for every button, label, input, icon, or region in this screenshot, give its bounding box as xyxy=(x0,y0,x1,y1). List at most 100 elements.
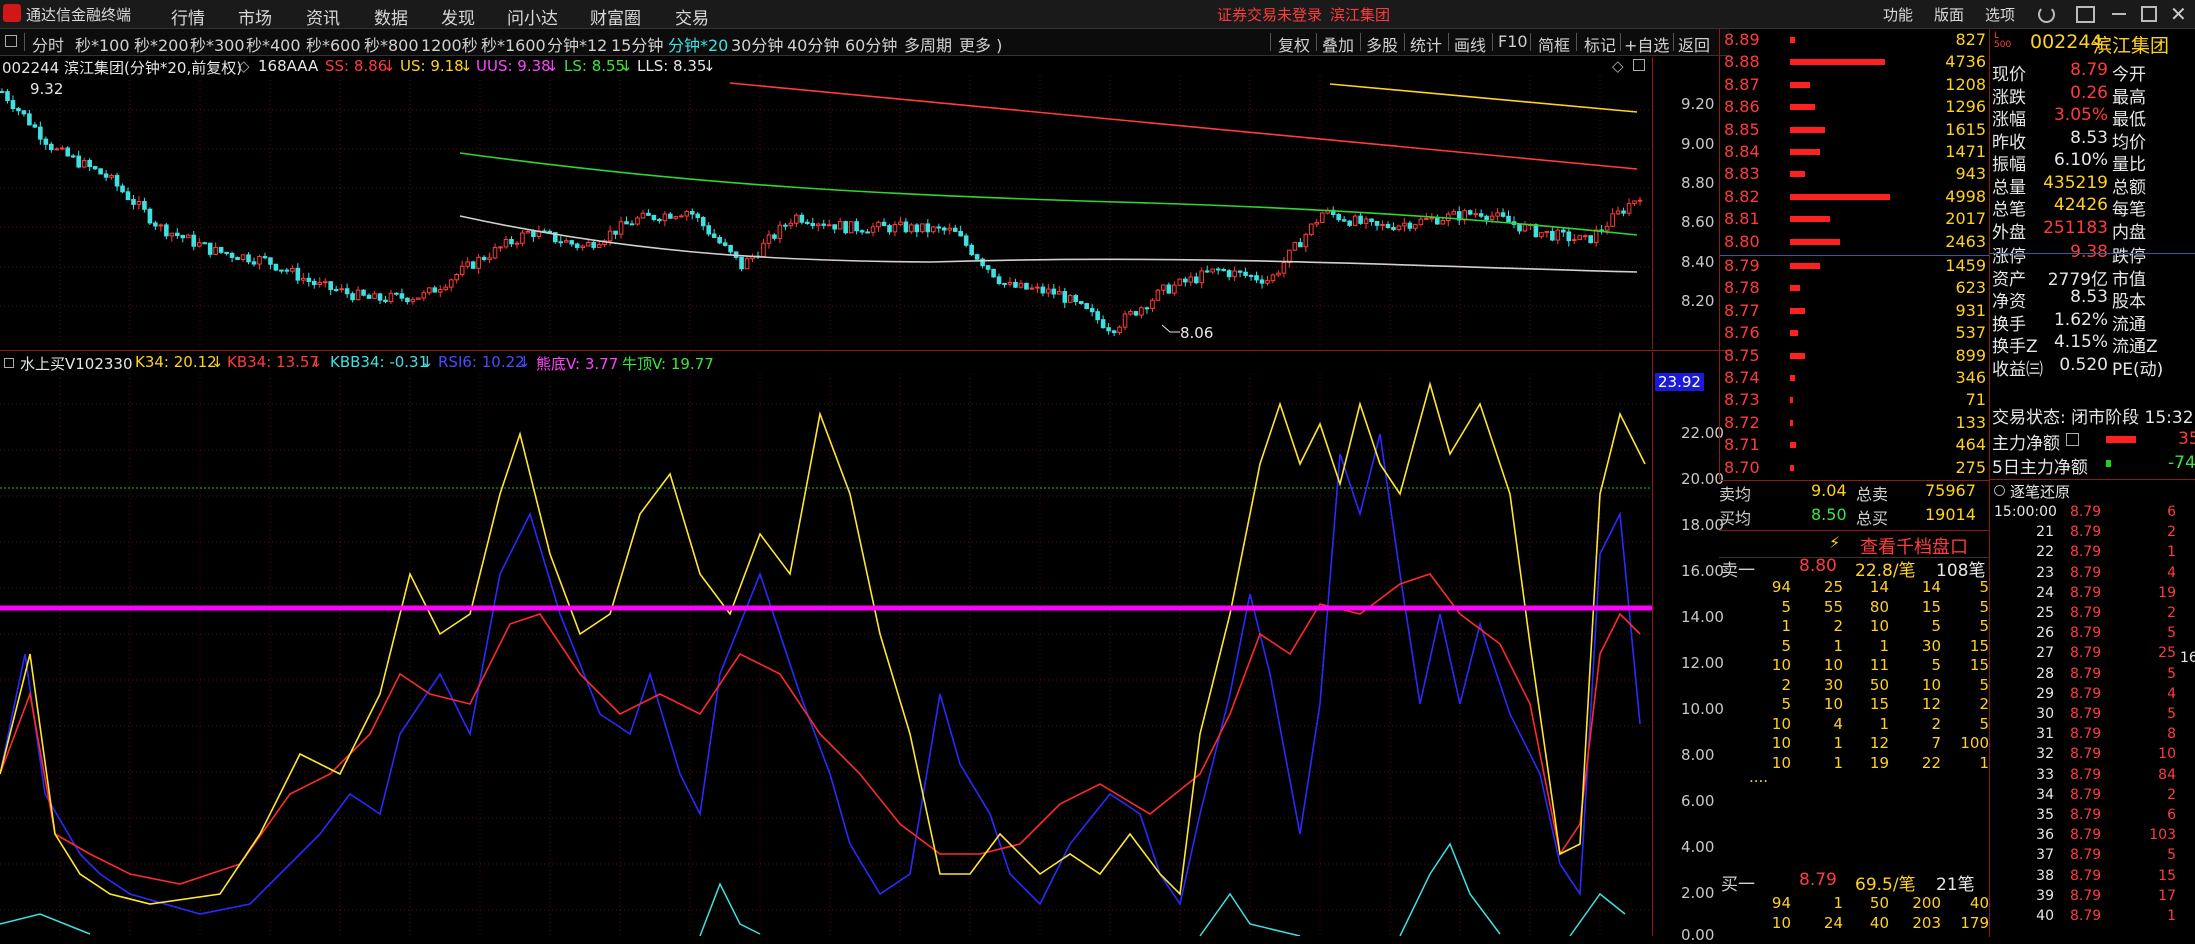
period-1200s[interactable]: 1200秒 xyxy=(421,32,478,56)
ladder-price[interactable]: 8.77 xyxy=(1724,301,1760,320)
ladder-volume-bar xyxy=(1790,37,1795,43)
f10-button[interactable]: F10 xyxy=(1498,32,1528,51)
candle-body xyxy=(1013,281,1018,288)
menu-trade[interactable]: 交易 xyxy=(675,4,709,29)
ladder-price[interactable]: 8.75 xyxy=(1724,346,1760,365)
add-watchlist-button[interactable]: +自选 xyxy=(1624,32,1669,56)
multi-stock-button[interactable]: 多股 xyxy=(1366,32,1398,56)
period-m15[interactable]: 15分钟 xyxy=(611,32,663,56)
ladder-price[interactable]: 8.86 xyxy=(1724,97,1760,116)
period-m30[interactable]: 30分钟 xyxy=(731,32,783,56)
menu-ask[interactable]: 问小达 xyxy=(507,4,558,29)
main-indicator-name[interactable]: 168AAA xyxy=(258,57,318,75)
trade-header[interactable]: 逐笔还原 xyxy=(2010,481,2070,502)
panel-toggle-icon[interactable] xyxy=(5,35,17,47)
ladder-price[interactable]: 8.80 xyxy=(1724,232,1760,251)
ladder-price[interactable]: 8.73 xyxy=(1724,390,1760,409)
candle-body xyxy=(1078,300,1084,305)
indicator-expand-icon[interactable]: ◇ xyxy=(238,57,250,75)
ladder-price[interactable]: 8.79 xyxy=(1724,256,1760,275)
legend-k34: K34: 20.12 xyxy=(135,353,217,371)
close-icon[interactable]: ✕ xyxy=(2170,2,2187,26)
menu-layout[interactable]: 版面 xyxy=(1934,4,1964,25)
period-m20[interactable]: 分钟*20 xyxy=(668,32,728,56)
minimize-icon[interactable] xyxy=(2112,13,2126,15)
ladder-price[interactable]: 8.81 xyxy=(1724,209,1760,228)
period-m40[interactable]: 40分钟 xyxy=(787,32,839,56)
candle-body xyxy=(826,224,832,227)
period-more[interactable]: 更多 ) xyxy=(959,32,1002,56)
pane-divider[interactable] xyxy=(0,350,1730,351)
ladder-price[interactable]: 8.88 xyxy=(1724,52,1760,71)
period-s600[interactable]: 秒*600 xyxy=(306,32,361,56)
ladder-price[interactable]: 8.78 xyxy=(1724,278,1760,297)
queue-cell: 1 xyxy=(1979,753,1989,772)
candle-body xyxy=(1577,235,1583,241)
buy-avg-value: 8.50 xyxy=(1811,505,1847,524)
period-s100[interactable]: 秒*100 xyxy=(75,32,130,56)
stats-button[interactable]: 统计 xyxy=(1410,32,1442,56)
period-multi[interactable]: 多周期 xyxy=(904,32,952,56)
period-s400[interactable]: 秒*400 xyxy=(246,32,301,56)
refresh-icon[interactable] xyxy=(2038,6,2055,23)
candle-body xyxy=(1155,289,1161,301)
ladder-price[interactable]: 8.84 xyxy=(1724,142,1760,161)
skin-icon[interactable] xyxy=(2076,6,2095,23)
ladder-price[interactable]: 8.70 xyxy=(1724,458,1760,477)
candle-body xyxy=(1226,270,1232,278)
candle-body xyxy=(136,200,142,205)
draw-button[interactable]: 画线 xyxy=(1454,32,1486,56)
menu-data[interactable]: 数据 xyxy=(374,4,408,29)
y-tick: 16.00 xyxy=(1681,562,1724,580)
period-s200[interactable]: 秒*200 xyxy=(134,32,189,56)
login-notice[interactable]: 证券交易未登录 xyxy=(1217,4,1322,25)
queue-cell: 10 xyxy=(1771,656,1791,674)
ladder-price[interactable]: 8.71 xyxy=(1724,435,1760,454)
candlestick-chart[interactable]: 9.32 8.06 xyxy=(0,76,1652,348)
menu-options[interactable]: 选项 xyxy=(1985,4,2015,25)
queue-cell: 22 xyxy=(1921,753,1941,772)
candle-body xyxy=(821,223,827,226)
trade-cell: 8.79 xyxy=(2070,746,2102,763)
ladder-price[interactable]: 8.85 xyxy=(1724,120,1760,139)
chart-maximize-icon[interactable] xyxy=(1633,59,1645,71)
menu-market[interactable]: 市场 xyxy=(238,4,272,29)
queue-cell: 12 xyxy=(1869,734,1889,752)
candle-body xyxy=(1150,299,1155,309)
period-tick[interactable]: 分时 xyxy=(32,32,64,56)
ladder-price[interactable]: 8.89 xyxy=(1724,30,1760,49)
ladder-price[interactable]: 8.82 xyxy=(1724,187,1760,206)
back-button[interactable]: 返回 xyxy=(1678,32,1710,56)
indicator-name[interactable]: 水上买V102330 xyxy=(20,353,133,374)
ladder-price[interactable]: 8.72 xyxy=(1724,413,1760,432)
adjust-button[interactable]: 复权 xyxy=(1278,32,1310,56)
overlay-button[interactable]: 叠加 xyxy=(1322,32,1354,56)
menu-quotes[interactable]: 行情 xyxy=(171,4,205,29)
maximize-icon[interactable] xyxy=(2141,6,2157,22)
menu-wealth[interactable]: 财富圈 xyxy=(590,4,641,29)
view-depth-button[interactable]: ⚡ 查看千档盘口 xyxy=(1719,530,1989,558)
menu-news[interactable]: 资讯 xyxy=(306,4,340,29)
trade-panel-icon[interactable] xyxy=(1994,485,2005,496)
menu-function[interactable]: 功能 xyxy=(1883,4,1913,25)
legend-kb34-arrow: ↓ xyxy=(310,353,323,371)
indicator-chart[interactable] xyxy=(0,374,1652,936)
simple-frame-button[interactable]: 简框 xyxy=(1538,32,1570,56)
period-s1600[interactable]: 秒*1600 xyxy=(481,32,546,56)
ladder-price[interactable]: 8.74 xyxy=(1724,368,1760,387)
ladder-mid-divider xyxy=(1720,255,1990,256)
period-m60[interactable]: 60分钟 xyxy=(845,32,897,56)
period-s300[interactable]: 秒*300 xyxy=(190,32,245,56)
ladder-price[interactable]: 8.87 xyxy=(1724,75,1760,94)
period-s800[interactable]: 秒*800 xyxy=(364,32,419,56)
menu-discover[interactable]: 发现 xyxy=(441,4,475,29)
period-m12[interactable]: 分钟*12 xyxy=(547,32,607,56)
indicator-panel-icon[interactable] xyxy=(4,358,14,368)
quote-label-right: 今开 xyxy=(2112,65,2146,85)
chart-settings-icon[interactable]: ◇ xyxy=(1612,57,1624,75)
ladder-price[interactable]: 8.76 xyxy=(1724,323,1760,342)
mark-button[interactable]: 标记 xyxy=(1584,32,1616,56)
ladder-price[interactable]: 8.83 xyxy=(1724,164,1760,183)
info-icon[interactable] xyxy=(2066,433,2079,446)
candle-body xyxy=(952,227,958,232)
